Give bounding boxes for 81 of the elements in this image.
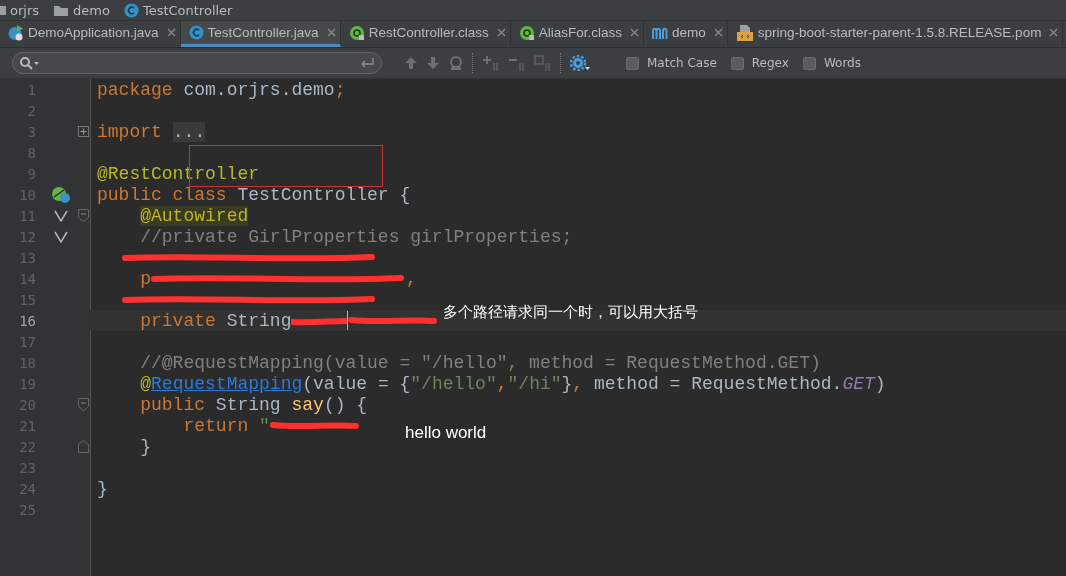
- editor-tab[interactable]: TestController.java: [180, 21, 341, 47]
- find-all-icon[interactable]: [448, 55, 464, 71]
- code-text: //private GirlProperties girlProperties;: [140, 226, 573, 247]
- collapse-icon[interactable]: [77, 209, 89, 222]
- code-text: method = RequestMethod.: [593, 373, 843, 394]
- annotation-icon: [518, 24, 535, 41]
- code-text: ;: [334, 79, 346, 100]
- close-icon[interactable]: [629, 28, 639, 37]
- class-icon: [123, 2, 139, 18]
- collapse-icon[interactable]: [77, 398, 89, 411]
- code-link[interactable]: RequestMapping: [151, 373, 303, 394]
- code-text: ,: [406, 268, 417, 289]
- code-text: private: [140, 310, 217, 331]
- search-icon[interactable]: [19, 56, 39, 70]
- folder-icon: [53, 3, 70, 17]
- code-text: import: [97, 121, 162, 142]
- code-text: String: [215, 394, 282, 415]
- module-icon: [0, 4, 6, 16]
- select-all-occurrences-icon[interactable]: [534, 55, 552, 71]
- code-text: (value = {: [302, 373, 411, 394]
- code-text: ,: [572, 373, 585, 394]
- checkbox-label[interactable]: Words: [823, 56, 861, 70]
- arrow-down-icon[interactable]: [426, 56, 440, 70]
- code-text: p: [140, 268, 152, 289]
- editor-tab[interactable]: spring-boot-starter-parent-1.5.8.RELEASE.pom: [727, 21, 1064, 47]
- checkbox[interactable]: [802, 56, 816, 70]
- editor-tab[interactable]: RestController.class: [340, 21, 511, 47]
- close-icon[interactable]: [1049, 28, 1059, 37]
- checkbox-label[interactable]: Regex: [751, 56, 789, 70]
- code-text: @: [140, 373, 152, 394]
- check-icon: [54, 230, 68, 243]
- annotation-icon: [348, 24, 365, 41]
- close-icon[interactable]: [713, 28, 723, 37]
- fold-end-icon[interactable]: [77, 440, 89, 453]
- code-text: "/hi": [507, 373, 562, 394]
- bean-class-icon: [51, 185, 71, 204]
- arrow-up-icon[interactable]: [404, 56, 418, 70]
- code-text: com.orjrs.demo: [183, 79, 335, 100]
- code-text: ": [259, 415, 270, 436]
- annotation-label: hello world: [405, 423, 487, 443]
- close-icon[interactable]: [496, 28, 506, 37]
- breadcrumb-item[interactable]: orjrs: [10, 2, 40, 18]
- code-text: }: [97, 478, 108, 499]
- class-run-icon: [8, 24, 24, 41]
- code-text: String: [226, 310, 292, 331]
- code-text: }: [140, 436, 152, 457]
- code-text: public: [140, 394, 207, 415]
- close-icon[interactable]: [166, 28, 176, 37]
- breadcrumb-item[interactable]: demo: [73, 2, 110, 18]
- editor-tab[interactable]: DemoApplication.java: [0, 21, 181, 47]
- class-icon: [188, 25, 204, 40]
- settings-icon[interactable]: [570, 55, 590, 71]
- code-text: () {: [323, 394, 368, 415]
- code-text: say: [291, 394, 324, 415]
- enter-icon[interactable]: [359, 57, 375, 69]
- expand-icon[interactable]: [77, 126, 89, 137]
- code-text: @Autowired: [140, 205, 249, 226]
- code-text: return: [183, 415, 250, 436]
- line-number: 16: [18, 312, 37, 329]
- close-icon[interactable]: [326, 28, 336, 37]
- text-cursor: [347, 311, 349, 330]
- checkbox-label[interactable]: Match Case: [647, 56, 717, 70]
- add-occurrence-icon[interactable]: [482, 55, 500, 71]
- code-text: }: [561, 373, 573, 394]
- checkbox[interactable]: [730, 56, 744, 70]
- code-text: "/hello": [410, 373, 497, 394]
- code-text: ,: [496, 373, 508, 394]
- search-field[interactable]: [12, 52, 382, 74]
- editor-tab[interactable]: demo: [643, 21, 728, 47]
- code-text: package: [97, 79, 173, 100]
- editor-tab[interactable]: AliasFor.class: [510, 21, 644, 47]
- code-text: GET: [842, 373, 875, 394]
- code-text[interactable]: ...: [172, 121, 206, 142]
- check-icon: [54, 209, 68, 222]
- code-text: public class: [97, 184, 228, 205]
- annotation-note: 多个路径请求同一个时，可以用大括号: [443, 303, 698, 322]
- maven-icon: [651, 25, 668, 40]
- breadcrumb-item[interactable]: TestController: [142, 2, 233, 18]
- checkbox[interactable]: [626, 56, 639, 70]
- code-text: //@RequestMapping(value = "/hello", method = RequestMethod.GET): [140, 352, 821, 373]
- code-text: TestController {: [237, 184, 411, 205]
